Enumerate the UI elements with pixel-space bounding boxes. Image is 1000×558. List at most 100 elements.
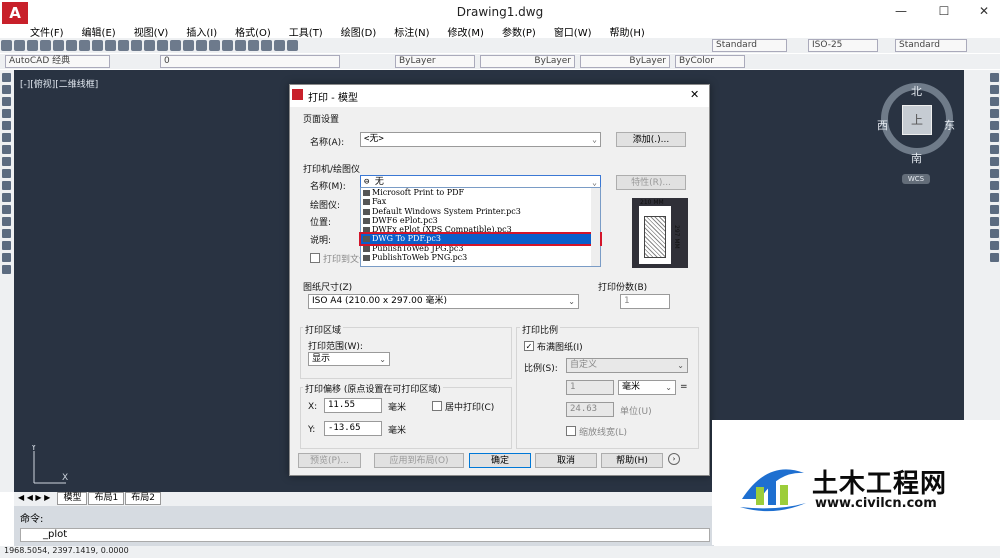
rotate-icon[interactable]	[990, 145, 999, 154]
menu-insert[interactable]: 插入(I)	[186, 24, 217, 39]
menu-view[interactable]: 视图(V)	[134, 24, 169, 39]
erase-icon[interactable]	[990, 73, 999, 82]
publish-icon[interactable]	[66, 40, 77, 51]
join-icon[interactable]	[990, 217, 999, 226]
menu-draw[interactable]: 绘图(D)	[341, 24, 377, 39]
region-icon[interactable]	[2, 241, 11, 250]
save-icon[interactable]	[27, 40, 38, 51]
viewcube-top-face[interactable]: 上	[902, 105, 932, 135]
menu-dimension[interactable]: 标注(N)	[394, 24, 429, 39]
copy-icon[interactable]	[92, 40, 103, 51]
printer-option[interactable]: PublishToWeb JPG.pc3	[361, 244, 600, 253]
compass-east[interactable]: 东	[944, 117, 955, 133]
menu-modify[interactable]: 修改(M)	[448, 24, 484, 39]
printer-option[interactable]: PublishToWeb PNG.pc3	[361, 253, 600, 262]
break-icon[interactable]	[990, 205, 999, 214]
point-icon[interactable]	[2, 205, 11, 214]
calc-icon[interactable]	[274, 40, 285, 51]
dim-style-select[interactable]: ISO-25	[808, 39, 878, 52]
menu-file[interactable]: 文件(F)	[30, 24, 64, 39]
print-to-file-checkbox[interactable]	[310, 253, 320, 263]
offset-x-input[interactable]: 11.55	[324, 398, 382, 413]
menu-format[interactable]: 格式(O)	[235, 24, 271, 39]
gradient-icon[interactable]	[2, 229, 11, 238]
explode-icon[interactable]	[990, 253, 999, 262]
stretch-icon[interactable]	[990, 169, 999, 178]
compass-south[interactable]: 南	[911, 150, 922, 166]
array-icon[interactable]	[990, 121, 999, 130]
markup-icon[interactable]	[261, 40, 272, 51]
fit-to-paper-checkbox[interactable]: ✓	[524, 341, 534, 351]
menu-tools[interactable]: 工具(T)	[289, 24, 323, 39]
match-icon[interactable]	[118, 40, 129, 51]
scale-icon[interactable]	[990, 157, 999, 166]
printer-properties-button[interactable]: 特性(R)...	[616, 175, 686, 190]
offset-y-input[interactable]: -13.65	[324, 421, 382, 436]
zoom-icon[interactable]	[170, 40, 181, 51]
xline-icon[interactable]	[2, 85, 11, 94]
center-plot-checkbox[interactable]	[432, 401, 442, 411]
plot-range-select[interactable]: 显示 ⌄	[308, 352, 390, 366]
undo-icon[interactable]	[131, 40, 142, 51]
paper-size-select[interactable]: ISO A4 (210.00 x 297.00 毫米) ⌄	[308, 294, 579, 309]
block-icon[interactable]	[2, 193, 11, 202]
plotstyle-select[interactable]: ByColor	[675, 55, 745, 68]
fillet-icon[interactable]	[990, 241, 999, 250]
text-style-select[interactable]: Standard	[712, 39, 787, 52]
tab-layout1[interactable]: 布局1	[88, 492, 125, 505]
layer-select[interactable]: 0	[160, 55, 340, 68]
lineweight-select[interactable]: ByLayer	[580, 55, 670, 68]
maximize-icon[interactable]: ☐	[936, 3, 952, 19]
line-icon[interactable]	[2, 73, 11, 82]
menu-help[interactable]: 帮助(H)	[610, 24, 645, 39]
close-icon[interactable]: ✕	[976, 3, 992, 19]
ellipse-icon[interactable]	[2, 181, 11, 190]
palettes-icon[interactable]	[235, 40, 246, 51]
spline-icon[interactable]	[2, 169, 11, 178]
scale-select[interactable]: 自定义 ⌄	[566, 358, 688, 373]
dialog-close-icon[interactable]: ✕	[690, 88, 699, 101]
rectangle-icon[interactable]	[2, 121, 11, 130]
properties-icon[interactable]	[209, 40, 220, 51]
compass-north[interactable]: 北	[911, 83, 922, 99]
list-scrollbar[interactable]	[591, 188, 600, 266]
workspace-select[interactable]: AutoCAD 经典	[5, 55, 110, 68]
help-icon[interactable]	[287, 40, 298, 51]
print-icon[interactable]	[40, 40, 51, 51]
pan-icon[interactable]	[157, 40, 168, 51]
extend-icon[interactable]	[990, 193, 999, 202]
table-icon[interactable]	[2, 253, 11, 262]
printer-option[interactable]: Microsoft Print to PDF	[361, 188, 600, 197]
revcloud-icon[interactable]	[2, 157, 11, 166]
linetype-select[interactable]: ByLayer	[480, 55, 575, 68]
wcs-badge[interactable]: WCS	[902, 174, 930, 184]
mirror-icon[interactable]	[990, 97, 999, 106]
polygon-icon[interactable]	[2, 109, 11, 118]
zoom-window-icon[interactable]	[183, 40, 194, 51]
table-style-select[interactable]: Standard	[895, 39, 967, 52]
page-setup-name-select[interactable]: <无> ⌄	[360, 132, 601, 147]
help-button[interactable]: 帮助(H)	[601, 453, 663, 468]
preview-button[interactable]: 预览(P)...	[298, 453, 361, 468]
mtext-icon[interactable]	[2, 265, 11, 274]
pline-icon[interactable]	[2, 97, 11, 106]
minimize-icon[interactable]: —	[893, 3, 909, 19]
expand-icon[interactable]: ›	[668, 453, 680, 465]
sheetset-icon[interactable]	[248, 40, 259, 51]
compass-west[interactable]: 西	[877, 117, 888, 133]
tab-model[interactable]: 模型	[57, 492, 88, 505]
trim-icon[interactable]	[990, 181, 999, 190]
cut-icon[interactable]	[79, 40, 90, 51]
apply-to-layout-button[interactable]: 应用到布局(O)	[374, 453, 464, 468]
redo-icon[interactable]	[144, 40, 155, 51]
hatch-icon[interactable]	[2, 217, 11, 226]
copies-input[interactable]: 1	[620, 294, 670, 309]
printer-dropdown-list[interactable]: Microsoft Print to PDF Fax Default Windo…	[359, 187, 602, 267]
open-icon[interactable]	[14, 40, 25, 51]
preview-icon[interactable]	[53, 40, 64, 51]
chamfer-icon[interactable]	[990, 229, 999, 238]
printer-option[interactable]: Fax	[361, 197, 600, 206]
printer-option[interactable]: DWF6 ePlot.pc3	[361, 216, 600, 225]
scale-unit-select[interactable]: 毫米 ⌄	[618, 380, 676, 395]
cancel-button[interactable]: 取消	[535, 453, 597, 468]
